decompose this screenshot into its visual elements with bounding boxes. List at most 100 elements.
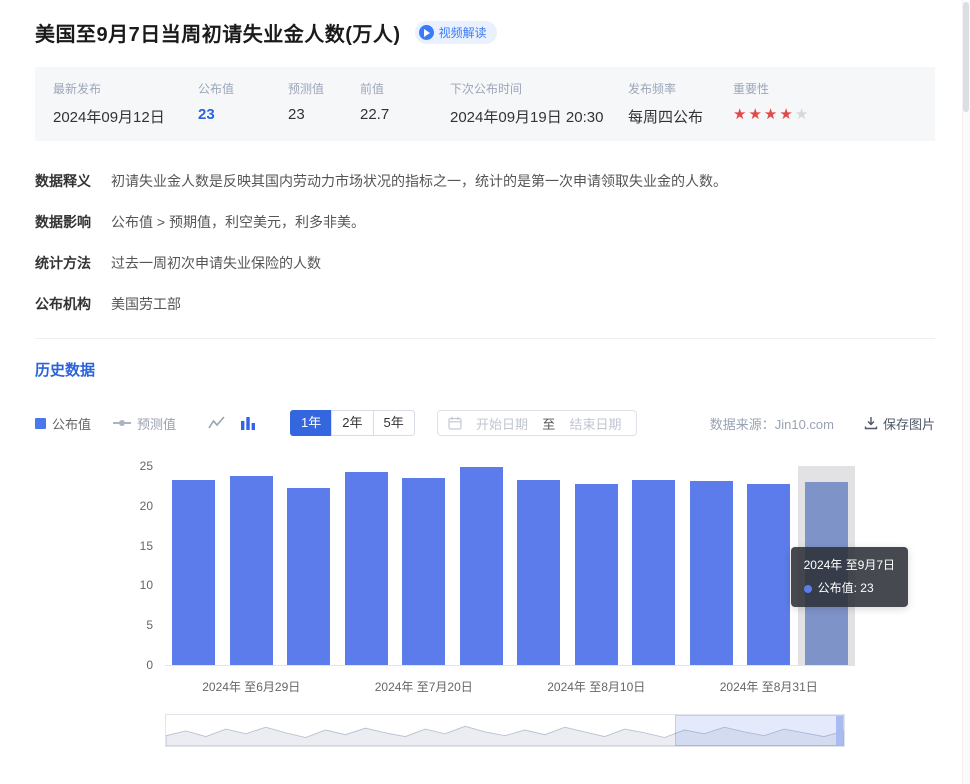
bar[interactable] <box>517 480 560 665</box>
summary-importance: 重要性 ★★★★★ <box>733 80 810 127</box>
summary-label: 下次公布时间 <box>450 80 628 97</box>
details-section: 数据释义 初请失业金人数是反映其国内劳动力市场状况的指标之一，统计的是第一次申请… <box>35 171 935 314</box>
bar-column[interactable] <box>338 466 396 665</box>
bar-column[interactable] <box>568 466 626 665</box>
bar[interactable] <box>287 488 330 665</box>
bar[interactable] <box>747 484 790 665</box>
x-tick-label: 2024年 至8月10日 <box>547 678 645 695</box>
y-tick-label: 25 <box>140 459 153 473</box>
summary-value: 22.7 <box>360 106 450 123</box>
summary-label: 前值 <box>360 80 450 97</box>
range-button-1y[interactable]: 1年 <box>290 410 332 436</box>
summary-value: 2024年09月12日 <box>53 106 198 127</box>
date-separator: 至 <box>542 414 555 433</box>
bar[interactable] <box>690 481 733 665</box>
bar[interactable] <box>345 472 388 665</box>
line-chart-icon[interactable] <box>208 415 226 431</box>
scrollbar[interactable] <box>962 0 970 784</box>
legend-item-forecast[interactable]: 预测值 <box>113 414 176 433</box>
chart-legend: 公布值 预测值 <box>35 414 176 433</box>
detail-text: 美国劳工部 <box>111 294 935 314</box>
bar-column[interactable] <box>280 466 338 665</box>
video-explain-button[interactable]: 视频解读 <box>415 21 497 44</box>
summary-next-release: 下次公布时间 2024年09月19日 20:30 <box>450 80 628 127</box>
economic-indicator-page: 美国至9月7日当周初请失业金人数(万人) 视频解读 最新发布 2024年09月1… <box>0 0 970 784</box>
brush-right-handle[interactable] <box>836 716 843 745</box>
summary-label: 发布频率 <box>628 80 733 97</box>
legend-item-actual[interactable]: 公布值 <box>35 414 91 433</box>
summary-actual: 公布值 23 <box>198 80 288 127</box>
date-range-picker[interactable]: 开始日期 至 结束日期 <box>437 410 637 436</box>
bar-column[interactable] <box>683 466 741 665</box>
bar[interactable] <box>460 467 503 665</box>
summary-label: 预测值 <box>288 80 360 97</box>
star-icon: ★ <box>795 106 810 123</box>
bar[interactable] <box>632 480 675 665</box>
range-button-2y[interactable]: 2年 <box>331 410 373 436</box>
star-icon: ★ <box>748 106 763 123</box>
detail-text: 过去一周初次申请失业保险的人数 <box>111 253 935 273</box>
bar-column[interactable] <box>740 466 798 665</box>
play-icon <box>419 25 434 40</box>
section-divider <box>35 338 935 339</box>
save-image-button[interactable]: 保存图片 <box>864 414 935 433</box>
tooltip-title: 2024年 至9月7日 <box>804 556 895 575</box>
bar-column[interactable] <box>165 466 223 665</box>
x-tick-label: 2024年 至6月29日 <box>202 678 300 695</box>
chart-controls: 公布值 预测值 1年 2年 5年 开始日期 至 结束日 <box>35 410 935 436</box>
detail-row-method: 统计方法 过去一周初次申请失业保险的人数 <box>35 253 935 273</box>
chart-type-switch <box>208 415 256 431</box>
legend-square-icon <box>35 418 46 429</box>
detail-label: 公布机构 <box>35 294 111 314</box>
detail-label: 数据影响 <box>35 212 111 232</box>
summary-value: 23 <box>198 106 288 123</box>
page-title: 美国至9月7日当周初请失业金人数(万人) <box>35 18 401 47</box>
end-date-field[interactable]: 结束日期 <box>565 414 626 433</box>
bar[interactable] <box>230 476 273 665</box>
bar[interactable] <box>402 478 445 665</box>
star-icon: ★ <box>764 106 779 123</box>
title-row: 美国至9月7日当周初请失业金人数(万人) 视频解读 <box>35 18 935 47</box>
summary-value: 2024年09月19日 20:30 <box>450 106 628 127</box>
x-tick-label: 2024年 至7月20日 <box>375 678 473 695</box>
range-button-5y[interactable]: 5年 <box>373 410 415 436</box>
detail-label: 数据释义 <box>35 171 111 191</box>
tooltip-series-dot <box>804 585 812 593</box>
summary-label: 最新发布 <box>53 80 198 97</box>
detail-text: 初请失业金人数是反映其国内劳动力市场状况的指标之一，统计的是第一次申请领取失业金… <box>111 171 935 191</box>
detail-text: 公布值 > 预期值，利空美元，利多非美。 <box>111 212 935 232</box>
plot-area: 0510152025 <box>165 466 855 666</box>
summary-latest-release: 最新发布 2024年09月12日 <box>53 80 198 127</box>
bar-column[interactable] <box>223 466 281 665</box>
save-image-label: 保存图片 <box>883 414 935 433</box>
legend-label: 预测值 <box>137 414 176 433</box>
bar-column[interactable] <box>395 466 453 665</box>
bar-column[interactable] <box>510 466 568 665</box>
bar-chart-icon[interactable] <box>240 415 256 431</box>
bar[interactable] <box>172 480 215 665</box>
history-bar-chart: 0510152025 2024年 至6月29日 2024年 至7月20日 2024年… <box>35 466 935 700</box>
legend-label: 公布值 <box>52 414 91 433</box>
bar[interactable] <box>575 484 618 665</box>
star-icon: ★ <box>733 106 748 123</box>
detail-label: 统计方法 <box>35 253 111 273</box>
detail-row-agency: 公布机构 美国劳工部 <box>35 294 935 314</box>
start-date-field[interactable]: 开始日期 <box>472 414 533 433</box>
chart-tooltip: 2024年 至9月7日 公布值: 23 <box>791 547 908 607</box>
download-icon <box>864 416 878 430</box>
x-axis: 2024年 至6月29日2024年 至7月20日2024年 至8月10日2024… <box>165 666 855 700</box>
summary-label: 公布值 <box>198 80 288 97</box>
scrollbar-thumb[interactable] <box>963 2 969 112</box>
y-tick-label: 5 <box>146 618 153 632</box>
bar-column[interactable] <box>625 466 683 665</box>
star-icon: ★ <box>779 106 794 123</box>
summary-bar: 最新发布 2024年09月12日 公布值 23 预测值 23 前值 22.7 下… <box>35 67 935 141</box>
bar-column[interactable] <box>453 466 511 665</box>
y-tick-label: 10 <box>140 578 153 592</box>
video-badge-label: 视频解读 <box>439 24 487 41</box>
history-data-title[interactable]: 历史数据 <box>35 359 935 380</box>
time-range-switch: 1年 2年 5年 <box>290 410 415 436</box>
brush-selection[interactable] <box>675 715 845 746</box>
zoom-brush[interactable] <box>165 714 845 747</box>
detail-row-definition: 数据释义 初请失业金人数是反映其国内劳动力市场状况的指标之一，统计的是第一次申请… <box>35 171 935 191</box>
